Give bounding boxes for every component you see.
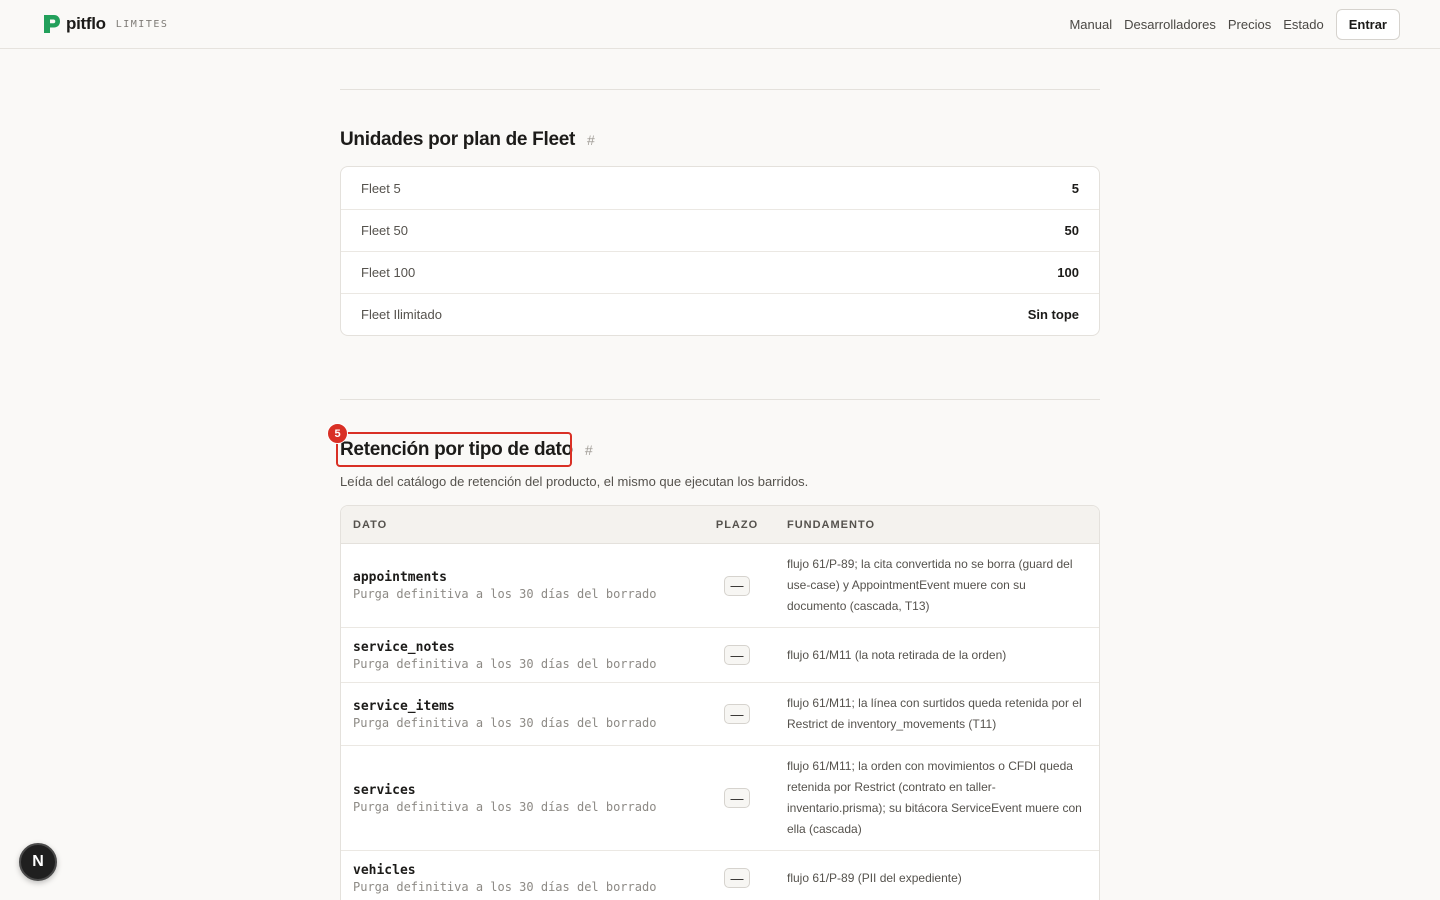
enter-button[interactable]: Entrar xyxy=(1335,8,1400,40)
table-row: vehicles Purga definitiva a los 30 días … xyxy=(341,851,1099,900)
anchor-link[interactable]: # xyxy=(585,442,593,458)
term-pill: — xyxy=(724,575,750,596)
fleet-title-text: Unidades por plan de Fleet xyxy=(340,129,576,150)
fleet-plan-name: Fleet 50 xyxy=(361,223,408,238)
nav-link-manual[interactable]: Manual xyxy=(1069,17,1112,32)
fleet-row: Fleet 5 5 xyxy=(341,167,1099,209)
data-type-policy: Purga definitiva a los 30 días del borra… xyxy=(353,799,657,814)
pitflo-logo-icon xyxy=(44,15,60,33)
annotation-badge: 5 xyxy=(327,423,348,444)
retention-table: DATO PLAZO FUNDAMENTO appointments Purga… xyxy=(340,505,1100,900)
column-header-term: PLAZO xyxy=(715,518,759,531)
table-header: DATO PLAZO FUNDAMENTO xyxy=(341,506,1099,544)
brand-name: pitflo xyxy=(66,14,106,33)
section-divider xyxy=(340,399,1100,400)
nav-link-developers[interactable]: Desarrolladores xyxy=(1124,17,1216,32)
fleet-plan-name: Fleet 100 xyxy=(361,265,416,280)
fleet-plan-units: 50 xyxy=(1064,223,1079,238)
fleet-plan-units: Sin tope xyxy=(1027,307,1079,322)
fleet-row: Fleet 100 100 xyxy=(341,251,1099,293)
section-tag: LIMITES xyxy=(115,18,169,30)
data-type-policy: Purga definitiva a los 30 días del borra… xyxy=(353,587,657,601)
fleet-section-title: Unidades por plan de Fleet # xyxy=(340,129,595,151)
nav-link-pricing[interactable]: Precios xyxy=(1228,17,1271,32)
fleet-plan-units: 100 xyxy=(1057,265,1079,280)
term-pill: — xyxy=(724,645,750,665)
retention-basis: flujo 61/P-89 (PII del expediente) xyxy=(787,870,962,885)
retention-description: Leída del catálogo de retención del prod… xyxy=(340,474,809,489)
retention-basis: flujo 61/M11 (la nota retirada de la ord… xyxy=(787,647,1007,662)
data-type-policy: Purga definitiva a los 30 días del borra… xyxy=(353,879,657,894)
fleet-plans-table: Fleet 5 5 Fleet 50 50 Fleet 100 100 Flee… xyxy=(340,166,1100,336)
retention-basis: flujo 61/M11; la orden con movimientos o… xyxy=(787,759,1082,836)
retention-basis: flujo 61/P-89; la cita convertida no se … xyxy=(787,557,1073,613)
nextjs-dev-tools-button[interactable]: N xyxy=(19,843,57,881)
nav-link-status[interactable]: Estado xyxy=(1283,17,1323,32)
column-header-data: DATO xyxy=(353,518,388,531)
fleet-plan-name: Fleet Ilimitado xyxy=(361,307,442,322)
main-nav: Manual Desarrolladores Precios Estado En… xyxy=(1069,8,1400,40)
table-row: service_items Purga definitiva a los 30 … xyxy=(341,683,1099,746)
fleet-plan-name: Fleet 5 xyxy=(361,180,401,196)
fleet-row: Fleet 50 50 xyxy=(341,209,1099,251)
term-pill: — xyxy=(724,704,750,724)
table-row: services Purga definitiva a los 30 días … xyxy=(341,746,1099,851)
term-pill: — xyxy=(724,868,750,888)
column-header-basis: FUNDAMENTO xyxy=(787,518,876,531)
data-type-policy: Purga definitiva a los 30 días del borra… xyxy=(353,715,657,730)
data-type-name: service_items xyxy=(353,698,455,714)
brand[interactable]: pitflo LIMITES xyxy=(40,13,168,35)
fleet-row: Fleet Ilimitado Sin tope xyxy=(341,293,1099,335)
data-type-name: appointments xyxy=(353,570,447,585)
table-row: appointments Purga definitiva a los 30 d… xyxy=(341,544,1099,628)
highlight-box xyxy=(336,432,572,467)
table-row: service_notes Purga definitiva a los 30 … xyxy=(341,628,1099,683)
top-bar: pitflo LIMITES Manual Desarrolladores Pr… xyxy=(0,0,1440,49)
fleet-plan-units: 5 xyxy=(1071,180,1079,196)
data-type-name: service_notes xyxy=(353,639,455,655)
term-pill: — xyxy=(724,788,750,808)
data-type-name: services xyxy=(353,782,416,798)
section-divider xyxy=(340,89,1100,90)
anchor-link[interactable]: # xyxy=(587,132,595,148)
data-type-policy: Purga definitiva a los 30 días del borra… xyxy=(353,656,657,671)
data-type-name: vehicles xyxy=(353,862,416,878)
retention-basis: flujo 61/M11; la línea con surtidos qued… xyxy=(787,696,1082,731)
